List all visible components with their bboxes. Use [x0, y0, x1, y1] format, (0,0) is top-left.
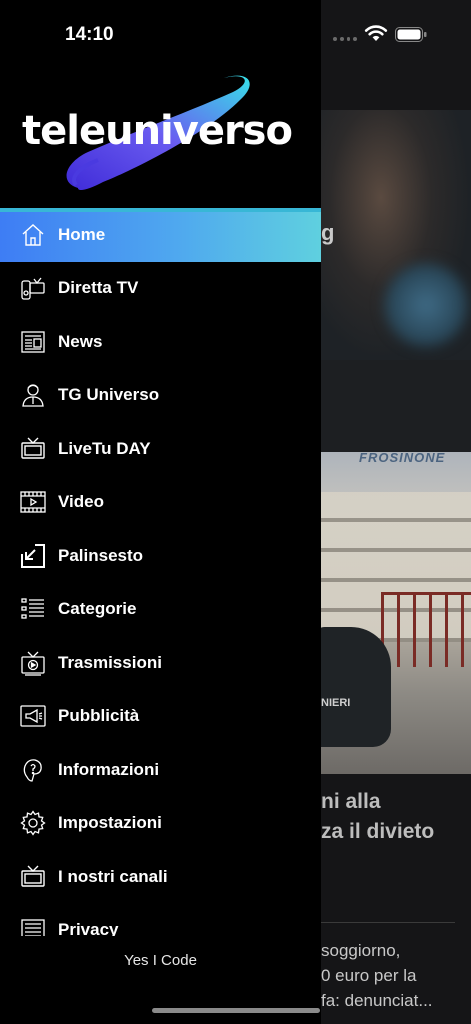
featured-title-fragment: g	[321, 220, 335, 245]
live-tv-icon	[19, 274, 47, 302]
building-sign-text: FROSINONE	[359, 452, 446, 465]
menu-item-label: Categorie	[58, 599, 137, 619]
menu-item-trasmissioni[interactable]: Trasmissioni	[0, 636, 321, 690]
menu-item-label: Informazioni	[58, 759, 160, 779]
tv-channels-icon	[19, 863, 47, 891]
divider	[321, 922, 455, 923]
document-icon	[19, 916, 47, 936]
menu-item-label: Impostazioni	[58, 813, 162, 833]
menu-item-livetu-day[interactable]: LiveTu DAY	[0, 422, 321, 476]
menu-item-label: I nostri canali	[58, 866, 168, 886]
signal-dots-icon	[333, 37, 357, 41]
menu-item-label: Home	[58, 224, 106, 244]
megaphone-icon	[19, 702, 47, 730]
menu-item-label: LiveTu DAY	[58, 438, 151, 458]
broadcast-icon	[19, 649, 47, 677]
news-snippet-line3[interactable]: fa: denunciat...	[321, 991, 433, 1011]
news-snippet-line1[interactable]: soggiorno,	[321, 941, 400, 961]
menu-item-i-nostri-canali[interactable]: I nostri canali	[0, 850, 321, 904]
drawer-menu: Home Diretta TV News TG Universo LiveTu …	[0, 208, 321, 936]
news-headline-line1[interactable]: ni alla	[321, 790, 381, 814]
menu-item-categorie[interactable]: Categorie	[0, 583, 321, 637]
car-label: NIERI	[321, 697, 351, 709]
menu-item-privacy[interactable]: Privacy	[0, 904, 321, 936]
gear-icon	[19, 809, 47, 837]
home-indicator[interactable]	[152, 1008, 320, 1013]
status-bar: 14:10	[0, 0, 471, 60]
content-band	[321, 360, 471, 452]
list-icon	[19, 595, 47, 623]
menu-item-pubblicita[interactable]: Pubblicità	[0, 690, 321, 744]
menu-item-impostazioni[interactable]: Impostazioni	[0, 797, 321, 851]
menu-item-label: Pubblicità	[58, 706, 140, 726]
news-image[interactable]: FROSINONE NIERI	[321, 452, 471, 774]
accent-divider	[0, 208, 321, 212]
menu-item-palinsesto[interactable]: Palinsesto	[0, 529, 321, 583]
menu-item-informazioni[interactable]: Informazioni	[0, 743, 321, 797]
home-icon	[19, 221, 47, 249]
news-snippet-line2[interactable]: 0 euro per la	[321, 966, 416, 986]
teleuniverso-logo[interactable]: teleuniverso	[18, 70, 308, 200]
menu-item-home[interactable]: Home	[0, 208, 321, 262]
wifi-icon	[364, 25, 388, 41]
menu-item-label: Privacy	[58, 920, 119, 936]
status-time: 14:10	[65, 24, 114, 45]
menu-item-label: Diretta TV	[58, 278, 139, 298]
menu-item-video[interactable]: Video	[0, 476, 321, 530]
menu-item-label: TG Universo	[58, 385, 160, 405]
menu-item-tg-universo[interactable]: TG Universo	[0, 369, 321, 423]
news-headline-line2[interactable]: za il divieto	[321, 820, 434, 844]
navigation-drawer: teleuniverso Home Diretta TV News TG Uni…	[0, 0, 321, 1024]
logo-wordmark: teleuniverso	[22, 108, 293, 154]
footer-credit: Yes I Code	[124, 952, 197, 969]
menu-item-label: Palinsesto	[58, 545, 144, 565]
fence-graphic	[381, 592, 471, 667]
film-icon	[19, 488, 47, 516]
tv-icon	[19, 435, 47, 463]
newspaper-icon	[19, 328, 47, 356]
schedule-icon	[19, 542, 47, 570]
menu-item-label: News	[58, 331, 103, 351]
menu-item-news[interactable]: News	[0, 315, 321, 369]
menu-item-label: Trasmissioni	[58, 652, 162, 672]
featured-news-image[interactable]: g	[321, 110, 471, 360]
info-icon	[19, 756, 47, 784]
car-graphic	[321, 627, 391, 747]
menu-item-diretta-tv[interactable]: Diretta TV	[0, 262, 321, 316]
battery-icon	[395, 27, 427, 42]
anchor-person-icon	[19, 381, 47, 409]
menu-item-label: Video	[58, 492, 104, 512]
